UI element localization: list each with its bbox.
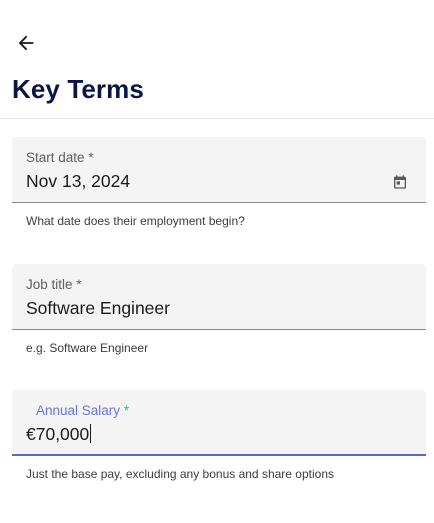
required-marker: * — [76, 277, 82, 292]
annual-salary-hint: Just the base pay, excluding any bonus a… — [26, 467, 334, 481]
calendar-icon[interactable] — [392, 174, 408, 190]
arrow-left-icon — [15, 32, 37, 54]
start-date-label: Start date * — [26, 150, 94, 165]
start-date-value[interactable]: Nov 13, 2024 — [26, 171, 130, 192]
start-date-field[interactable]: Start date * Nov 13, 2024 — [12, 137, 426, 203]
job-title-value[interactable]: Software Engineer — [26, 298, 170, 319]
back-button[interactable] — [10, 28, 42, 58]
required-marker: * — [123, 403, 130, 418]
header-divider — [0, 118, 434, 119]
key-terms-page: Key Terms Start date * Nov 13, 2024 What… — [0, 0, 434, 523]
page-title: Key Terms — [12, 74, 144, 104]
job-title-field[interactable]: Job title * Software Engineer — [12, 264, 426, 330]
required-marker: * — [88, 150, 94, 165]
annual-salary-field[interactable]: Annual Salary * €70,000 — [12, 390, 426, 456]
job-title-label: Job title * — [26, 277, 82, 292]
text-caret — [90, 424, 92, 443]
annual-salary-value[interactable]: €70,000 — [26, 424, 92, 445]
start-date-hint: What date does their employment begin? — [26, 214, 245, 228]
job-title-hint: e.g. Software Engineer — [26, 341, 149, 355]
annual-salary-label: Annual Salary * — [36, 403, 130, 418]
